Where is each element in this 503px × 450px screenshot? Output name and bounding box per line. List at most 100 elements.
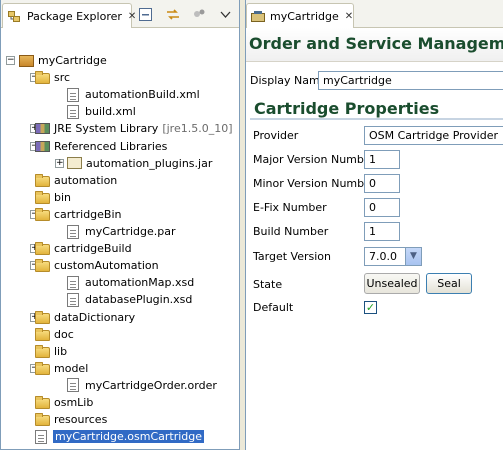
tree-item-label: automationMap.xsd	[85, 276, 195, 290]
library-icon	[35, 123, 50, 135]
chevron-down-icon[interactable]: ▼	[405, 248, 421, 265]
display-name-label: Display Name	[250, 74, 327, 87]
tree-item-label: dataDictionary	[54, 310, 136, 324]
tree-item-label: resources	[54, 413, 108, 427]
tree-item-label: databasePlugin.xsd	[85, 293, 193, 307]
tree-item[interactable]: myCartridgeOrder.order	[67, 377, 217, 394]
provider-field[interactable]: OSM Cartridge Provider	[364, 126, 503, 145]
tree-item-label: bin	[54, 190, 72, 204]
expand-toggle[interactable]: +	[55, 158, 64, 168]
folder-icon	[35, 190, 50, 204]
folder-icon	[35, 396, 50, 409]
source-folder-icon	[35, 71, 50, 85]
tree-item[interactable]: model	[35, 360, 88, 377]
order-file-icon	[67, 378, 79, 393]
tree-item[interactable]: automation_plugins.jar	[67, 155, 212, 172]
tab-mycartridge[interactable]: myCartridge ✕	[246, 3, 354, 28]
tree-item-label: lib	[54, 344, 68, 358]
collapse-all-icon[interactable]	[139, 8, 152, 21]
tree-item-label: automation	[54, 173, 118, 187]
tree-item[interactable]: build.xml	[67, 103, 136, 120]
display-name-field[interactable]: myCartridge	[318, 71, 503, 90]
tree-item[interactable]: Referenced Libraries	[35, 138, 167, 155]
tab-package-explorer[interactable]: Package Explorer ✕	[2, 3, 136, 28]
tree-item-suffix: [jre1.5.0_10]	[162, 122, 233, 136]
package-explorer-toolbar	[139, 8, 233, 21]
library-icon	[35, 140, 50, 152]
tree-item-label: doc	[54, 327, 74, 341]
tree-item[interactable]: bin	[35, 189, 71, 206]
default-checkbox[interactable]: ✓	[364, 301, 377, 314]
target-version-value: 7.0.0	[369, 250, 397, 263]
build-number-field[interactable]: 1	[364, 222, 400, 241]
tree-item-label: JRE System Library	[54, 122, 159, 136]
tree-item[interactable]: dataDictionary	[35, 309, 135, 326]
close-icon[interactable]: ✕	[128, 11, 136, 22]
tree-item[interactable]: src	[35, 69, 70, 86]
folder-icon	[35, 310, 50, 324]
cartridge-file-icon	[35, 429, 47, 444]
folder-icon	[35, 259, 50, 273]
xsd-file-icon	[67, 275, 79, 290]
tree-item[interactable]: cartridgeBin	[35, 206, 122, 223]
jar-icon	[67, 157, 82, 170]
state-label: State	[253, 278, 283, 291]
project-icon	[19, 54, 34, 67]
tree-item[interactable]: automationMap.xsd	[67, 274, 194, 291]
cartridge-properties-heading: Cartridge Properties	[254, 99, 440, 118]
provider-label: Provider	[253, 129, 299, 142]
target-version-label: Target Version	[253, 250, 331, 263]
tree-item[interactable]: JRE System Library [jre1.5.0_10]	[35, 120, 233, 137]
model-folder-icon	[35, 361, 50, 375]
editor-tabbar: myCartridge ✕	[246, 0, 503, 28]
build-number-label: Build Number	[253, 225, 329, 238]
tree-item-label: automationBuild.xml	[85, 88, 200, 102]
tree-item[interactable]: myCartridge	[19, 52, 107, 69]
tree-item[interactable]: doc	[35, 326, 74, 343]
folder-icon	[35, 344, 50, 358]
section-divider	[250, 118, 503, 120]
cartridge-editor: myCartridge ✕ Order and Service Manageme…	[245, 0, 503, 450]
seal-button[interactable]: Seal	[426, 273, 472, 294]
tree-item-label: myCartridge.osmCartridge	[53, 430, 205, 444]
collapse-toggle[interactable]: −	[6, 56, 15, 65]
tree-item[interactable]: lib	[35, 343, 67, 360]
default-label: Default	[253, 301, 294, 314]
tree-item-label: myCartridgeOrder.order	[85, 378, 217, 392]
xml-file-icon	[67, 104, 79, 119]
tree-item[interactable]: myCartridge.par	[67, 223, 176, 240]
tree-item[interactable]: myCartridge.osmCartridge	[35, 428, 205, 445]
major-version-field[interactable]: 1	[364, 150, 400, 169]
link-with-editor-icon[interactable]	[166, 8, 179, 21]
chevron-down-icon[interactable]	[220, 8, 233, 21]
editor-title: Order and Service Management	[246, 28, 503, 62]
target-version-select[interactable]: 7.0.0 ▼	[364, 247, 422, 266]
tree-item[interactable]: automationBuild.xml	[67, 86, 200, 103]
close-icon[interactable]: ✕	[345, 11, 353, 22]
tree-item[interactable]: customAutomation	[35, 257, 159, 274]
tree-item[interactable]: cartridgeBuild	[35, 240, 132, 257]
tree-item[interactable]: databasePlugin.xsd	[67, 291, 192, 308]
folder-icon	[35, 242, 50, 256]
tree-item-label: build.xml	[85, 105, 136, 119]
tree-item-label: cartridgeBuild	[54, 242, 132, 256]
tree-item-label: model	[54, 361, 89, 375]
tree-item-label: myCartridge.par	[85, 225, 176, 238]
folder-icon	[35, 413, 50, 427]
folder-icon	[35, 207, 50, 221]
view-menu-icon[interactable]	[193, 8, 206, 21]
tree-item[interactable]: resources	[35, 411, 107, 428]
xml-file-icon	[67, 87, 79, 102]
folder-icon	[35, 173, 50, 187]
minor-version-field[interactable]: 0	[364, 174, 400, 193]
tree-item[interactable]: osmLib	[35, 394, 93, 411]
tree-item-label: cartridgeBin	[54, 207, 122, 221]
xsd-file-icon	[67, 292, 79, 307]
tree-item-label: automation_plugins.jar	[86, 156, 213, 170]
tree-item[interactable]: automation	[35, 172, 117, 189]
package-explorer-icon	[8, 10, 21, 23]
tree-item-label: osmLib	[54, 396, 94, 409]
cartridge-icon	[251, 10, 265, 23]
efix-number-field[interactable]: 0	[364, 198, 400, 217]
package-explorer-view: Package Explorer ✕ −myCartridge−srcautom…	[0, 0, 240, 450]
